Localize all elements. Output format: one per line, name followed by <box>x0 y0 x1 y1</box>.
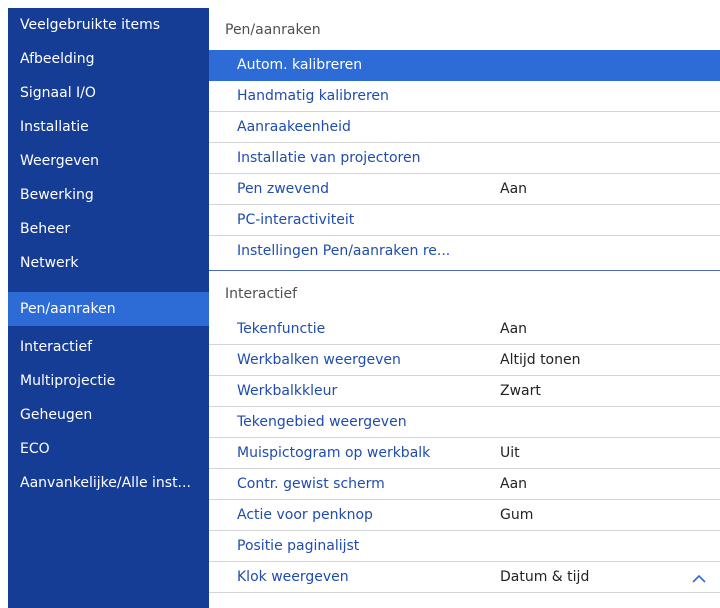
sidebar-item-pen-aanraken[interactable]: Pen/aanraken <box>8 292 209 326</box>
row-value: Zwart <box>500 383 541 399</box>
row-value: Aan <box>500 181 528 197</box>
chevron-up-icon[interactable] <box>688 568 710 590</box>
row-label: Handmatig kalibreren <box>237 88 389 104</box>
sidebar-item-interactief[interactable]: Interactief <box>8 330 209 364</box>
sidebar-item-signaal-io[interactable]: Signaal I/O <box>8 76 209 110</box>
sidebar-item-aanvankelijke-alle-inst[interactable]: Aanvankelijke/Alle inst... <box>8 466 209 500</box>
section-title-interactief: Interactief <box>225 286 298 302</box>
row-value: Aan <box>500 321 528 337</box>
sidebar-item-beheer[interactable]: Beheer <box>8 212 209 246</box>
menu-row-tekengebied-weergeven[interactable]: Tekengebied weergeven <box>209 407 720 438</box>
sidebar-menu: Veelgebruikte items Afbeelding Signaal I… <box>8 8 209 608</box>
menu-row-installatie-van-projectoren[interactable]: Installatie van projectoren <box>209 143 720 174</box>
row-label: Actie voor penknop <box>237 507 373 523</box>
menu-row-werkbalkkleur[interactable]: Werkbalkkleur Zwart <box>209 376 720 407</box>
row-label: Installatie van projectoren <box>237 150 421 166</box>
settings-panel: Pen/aanraken Autom. kalibreren Handmatig… <box>209 8 720 608</box>
menu-row-autom-kalibreren[interactable]: Autom. kalibreren <box>209 50 720 81</box>
row-label: Autom. kalibreren <box>237 57 363 73</box>
row-label: Klok weergeven <box>237 569 349 585</box>
row-label: Contr. gewist scherm <box>237 476 385 492</box>
sidebar-item-eco[interactable]: ECO <box>8 432 209 466</box>
menu-row-muispictogram-op-werkbalk[interactable]: Muispictogram op werkbalk Uit <box>209 438 720 469</box>
row-label: Aanraakeenheid <box>237 119 351 135</box>
row-value: Uit <box>500 445 520 461</box>
sidebar-item-weergeven[interactable]: Weergeven <box>8 144 209 178</box>
menu-row-handmatig-kalibreren[interactable]: Handmatig kalibreren <box>209 81 720 112</box>
row-label: Werkbalken weergeven <box>237 352 401 368</box>
row-label: Instellingen Pen/aanraken re... <box>237 243 451 259</box>
row-label: Pen zwevend <box>237 181 329 197</box>
row-label: Werkbalkkleur <box>237 383 338 399</box>
row-label: PC-interactiviteit <box>237 212 355 228</box>
row-label: Tekenfunctie <box>237 321 326 337</box>
menu-row-aanraakeenheid[interactable]: Aanraakeenheid <box>209 112 720 143</box>
menu-row-tekenfunctie[interactable]: Tekenfunctie Aan <box>209 314 720 345</box>
sidebar-item-multiprojectie[interactable]: Multiprojectie <box>8 364 209 398</box>
row-value: Altijd tonen <box>500 352 581 368</box>
menu-row-pen-zwevend[interactable]: Pen zwevend Aan <box>209 174 720 205</box>
section-divider <box>209 270 720 271</box>
row-label: Tekengebied weergeven <box>237 414 407 430</box>
sidebar-item-bewerking[interactable]: Bewerking <box>8 178 209 212</box>
row-value: Datum & tijd <box>500 569 590 585</box>
sidebar-item-geheugen[interactable]: Geheugen <box>8 398 209 432</box>
row-label: Positie paginalijst <box>237 538 360 554</box>
menu-row-klok-weergeven[interactable]: Klok weergeven Datum & tijd <box>209 562 720 593</box>
menu-row-positie-paginalijst[interactable]: Positie paginalijst <box>209 531 720 562</box>
row-value: Gum <box>500 507 534 523</box>
menu-row-contr-gewist-scherm[interactable]: Contr. gewist scherm Aan <box>209 469 720 500</box>
row-value: Aan <box>500 476 528 492</box>
sidebar-item-veelgebruikte-items[interactable]: Veelgebruikte items <box>8 8 209 42</box>
row-label: Muispictogram op werkbalk <box>237 445 431 461</box>
menu-row-instellingen-pen-aanraken-reset[interactable]: Instellingen Pen/aanraken re... <box>209 236 720 267</box>
section-title-pen-aanraken: Pen/aanraken <box>225 22 321 38</box>
sidebar-item-afbeelding[interactable]: Afbeelding <box>8 42 209 76</box>
menu-row-pc-interactiviteit[interactable]: PC-interactiviteit <box>209 205 720 236</box>
sidebar-item-netwerk[interactable]: Netwerk <box>8 246 209 280</box>
sidebar-item-installatie[interactable]: Installatie <box>8 110 209 144</box>
menu-row-werkbalken-weergeven[interactable]: Werkbalken weergeven Altijd tonen <box>209 345 720 376</box>
menu-row-actie-voor-penknop[interactable]: Actie voor penknop Gum <box>209 500 720 531</box>
